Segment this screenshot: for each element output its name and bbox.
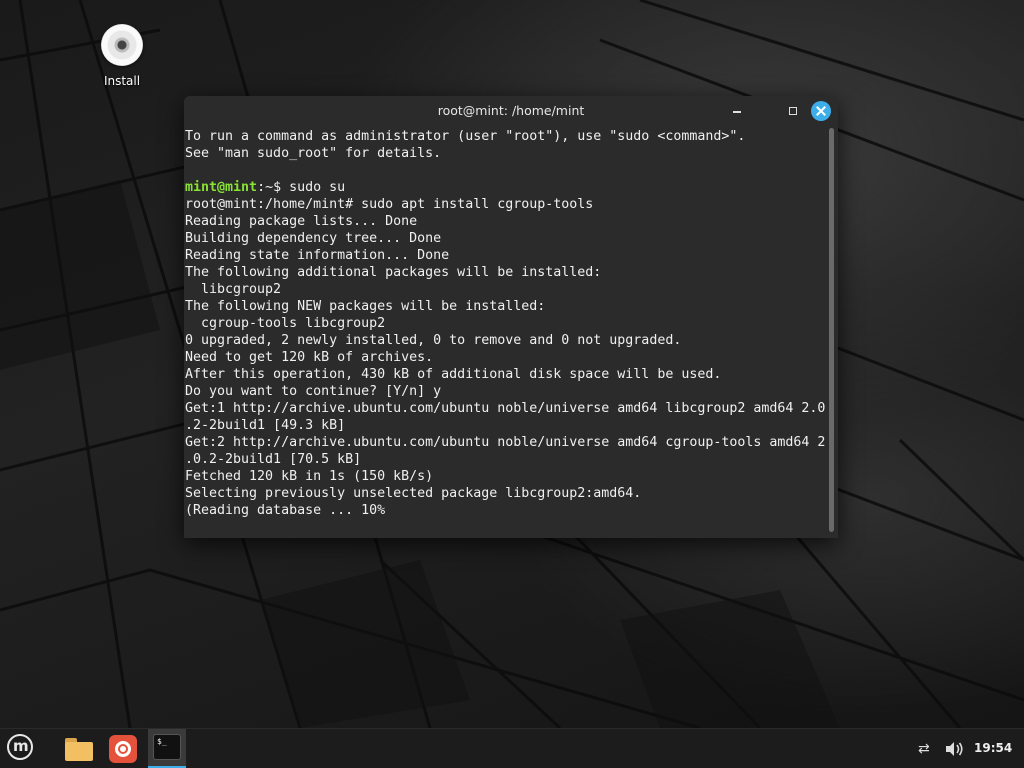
terminal-line: (Reading database ... 10% [185,503,386,518]
terminal-line: Get:1 http://archive.ubuntu.com/ubuntu n… [185,401,826,416]
volume-icon[interactable] [944,740,964,758]
minimize-button[interactable] [728,102,746,120]
terminal-content[interactable]: To run a command as administrator (user … [184,126,828,538]
files-launcher[interactable] [63,734,95,764]
firefox-launcher[interactable] [108,734,138,764]
network-icon[interactable]: ⇄ [918,741,936,757]
disc-icon [101,24,143,66]
terminal-line: :~$ sudo su [257,180,346,195]
terminal-icon: $_ [153,734,181,760]
desktop-icon-install[interactable]: Install [92,24,152,88]
terminal-taskbar-button[interactable]: $_ [148,729,186,768]
terminal-line: cgroup-tools libcgroup2 [185,316,386,331]
terminal-line: See "man sudo_root" for details. [185,146,442,161]
terminal-line: After this operation, 430 kB of addition… [185,367,722,382]
taskbar: $_ ⇄ 19:54 [0,728,1024,768]
terminal-line: The following additional packages will b… [185,265,602,280]
mint-logo-icon [7,734,33,760]
terminal-line: Selecting previously unselected package … [185,486,642,501]
terminal-window[interactable]: root@mint: /home/mint To run a command a… [184,96,838,538]
terminal-line: 0 upgraded, 2 newly installed, 0 to remo… [185,333,682,348]
terminal-line: libcgroup2 [185,282,282,297]
window-titlebar[interactable]: root@mint: /home/mint [184,96,838,126]
terminal-output: To run a command as administrator (user … [184,126,828,519]
terminal-line: .0.2-2build1 [70.5 kB] [185,452,362,467]
desktop-icon-label: Install [103,74,141,88]
terminal-line: Reading package lists... Done [185,214,418,229]
terminal-line: root@mint:/home/mint# sudo apt install c… [185,197,594,212]
menu-button[interactable] [7,734,37,764]
terminal-line: Do you want to continue? [Y/n] y [185,384,442,399]
terminal-scrollbar[interactable] [829,128,834,532]
prompt-user: mint@mint [185,180,258,195]
maximize-button[interactable] [784,102,802,120]
terminal-line: Get:2 http://archive.ubuntu.com/ubuntu n… [185,435,826,450]
terminal-line: .2-2build1 [49.3 kB] [185,418,346,433]
close-button[interactable] [811,101,831,121]
clock[interactable]: 19:54 [974,741,1012,755]
terminal-line: Need to get 120 kB of archives. [185,350,434,365]
terminal-line: Building dependency tree... Done [185,231,442,246]
terminal-line: Fetched 120 kB in 1s (150 kB/s) [185,469,434,484]
terminal-line: Reading state information... Done [185,248,450,263]
terminal-line: The following NEW packages will be insta… [185,299,546,314]
terminal-line: To run a command as administrator (user … [185,129,746,144]
